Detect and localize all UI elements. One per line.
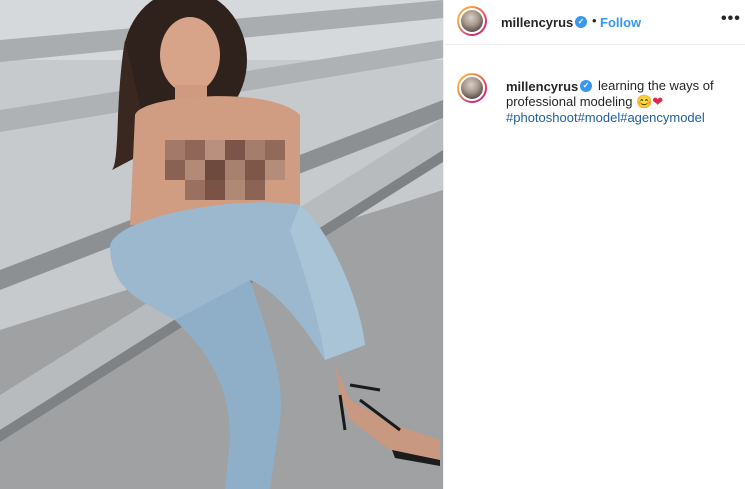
smile-emoji-icon: 😊 <box>636 94 653 109</box>
author-avatar[interactable] <box>457 6 487 36</box>
face <box>160 17 220 93</box>
hashtag-link[interactable]: #photoshoot <box>506 110 578 125</box>
caption-username[interactable]: millencyrus <box>506 79 578 94</box>
author-username[interactable]: millencyrus <box>501 15 573 30</box>
instagram-post: millencyrus ✓ • Follow ••• learning the … <box>0 0 745 489</box>
verified-badge-icon: ✓ <box>575 16 587 28</box>
header-separator: • <box>592 13 597 28</box>
photo-illustration <box>0 0 443 489</box>
more-options-icon[interactable]: ••• <box>721 10 741 28</box>
post-photo[interactable] <box>0 0 443 489</box>
hashtag-list: #photoshoot#model#agencymodel <box>506 110 705 125</box>
avatar-ring <box>459 75 485 101</box>
post-header: millencyrus ✓ • Follow ••• <box>444 0 745 45</box>
post-side-panel: millencyrus ✓ • Follow ••• learning the … <box>443 0 745 489</box>
hashtag-link[interactable]: #model <box>578 110 621 125</box>
avatar-image <box>461 77 483 99</box>
caption-avatar[interactable] <box>457 73 487 103</box>
avatar-image <box>461 10 483 32</box>
follow-button[interactable]: Follow <box>600 15 641 30</box>
hashtag-link[interactable]: #agencymodel <box>620 110 705 125</box>
heart-emoji-icon: ❤ <box>652 94 664 109</box>
avatar-ring <box>459 8 485 34</box>
verified-badge-icon: ✓ <box>580 80 592 92</box>
